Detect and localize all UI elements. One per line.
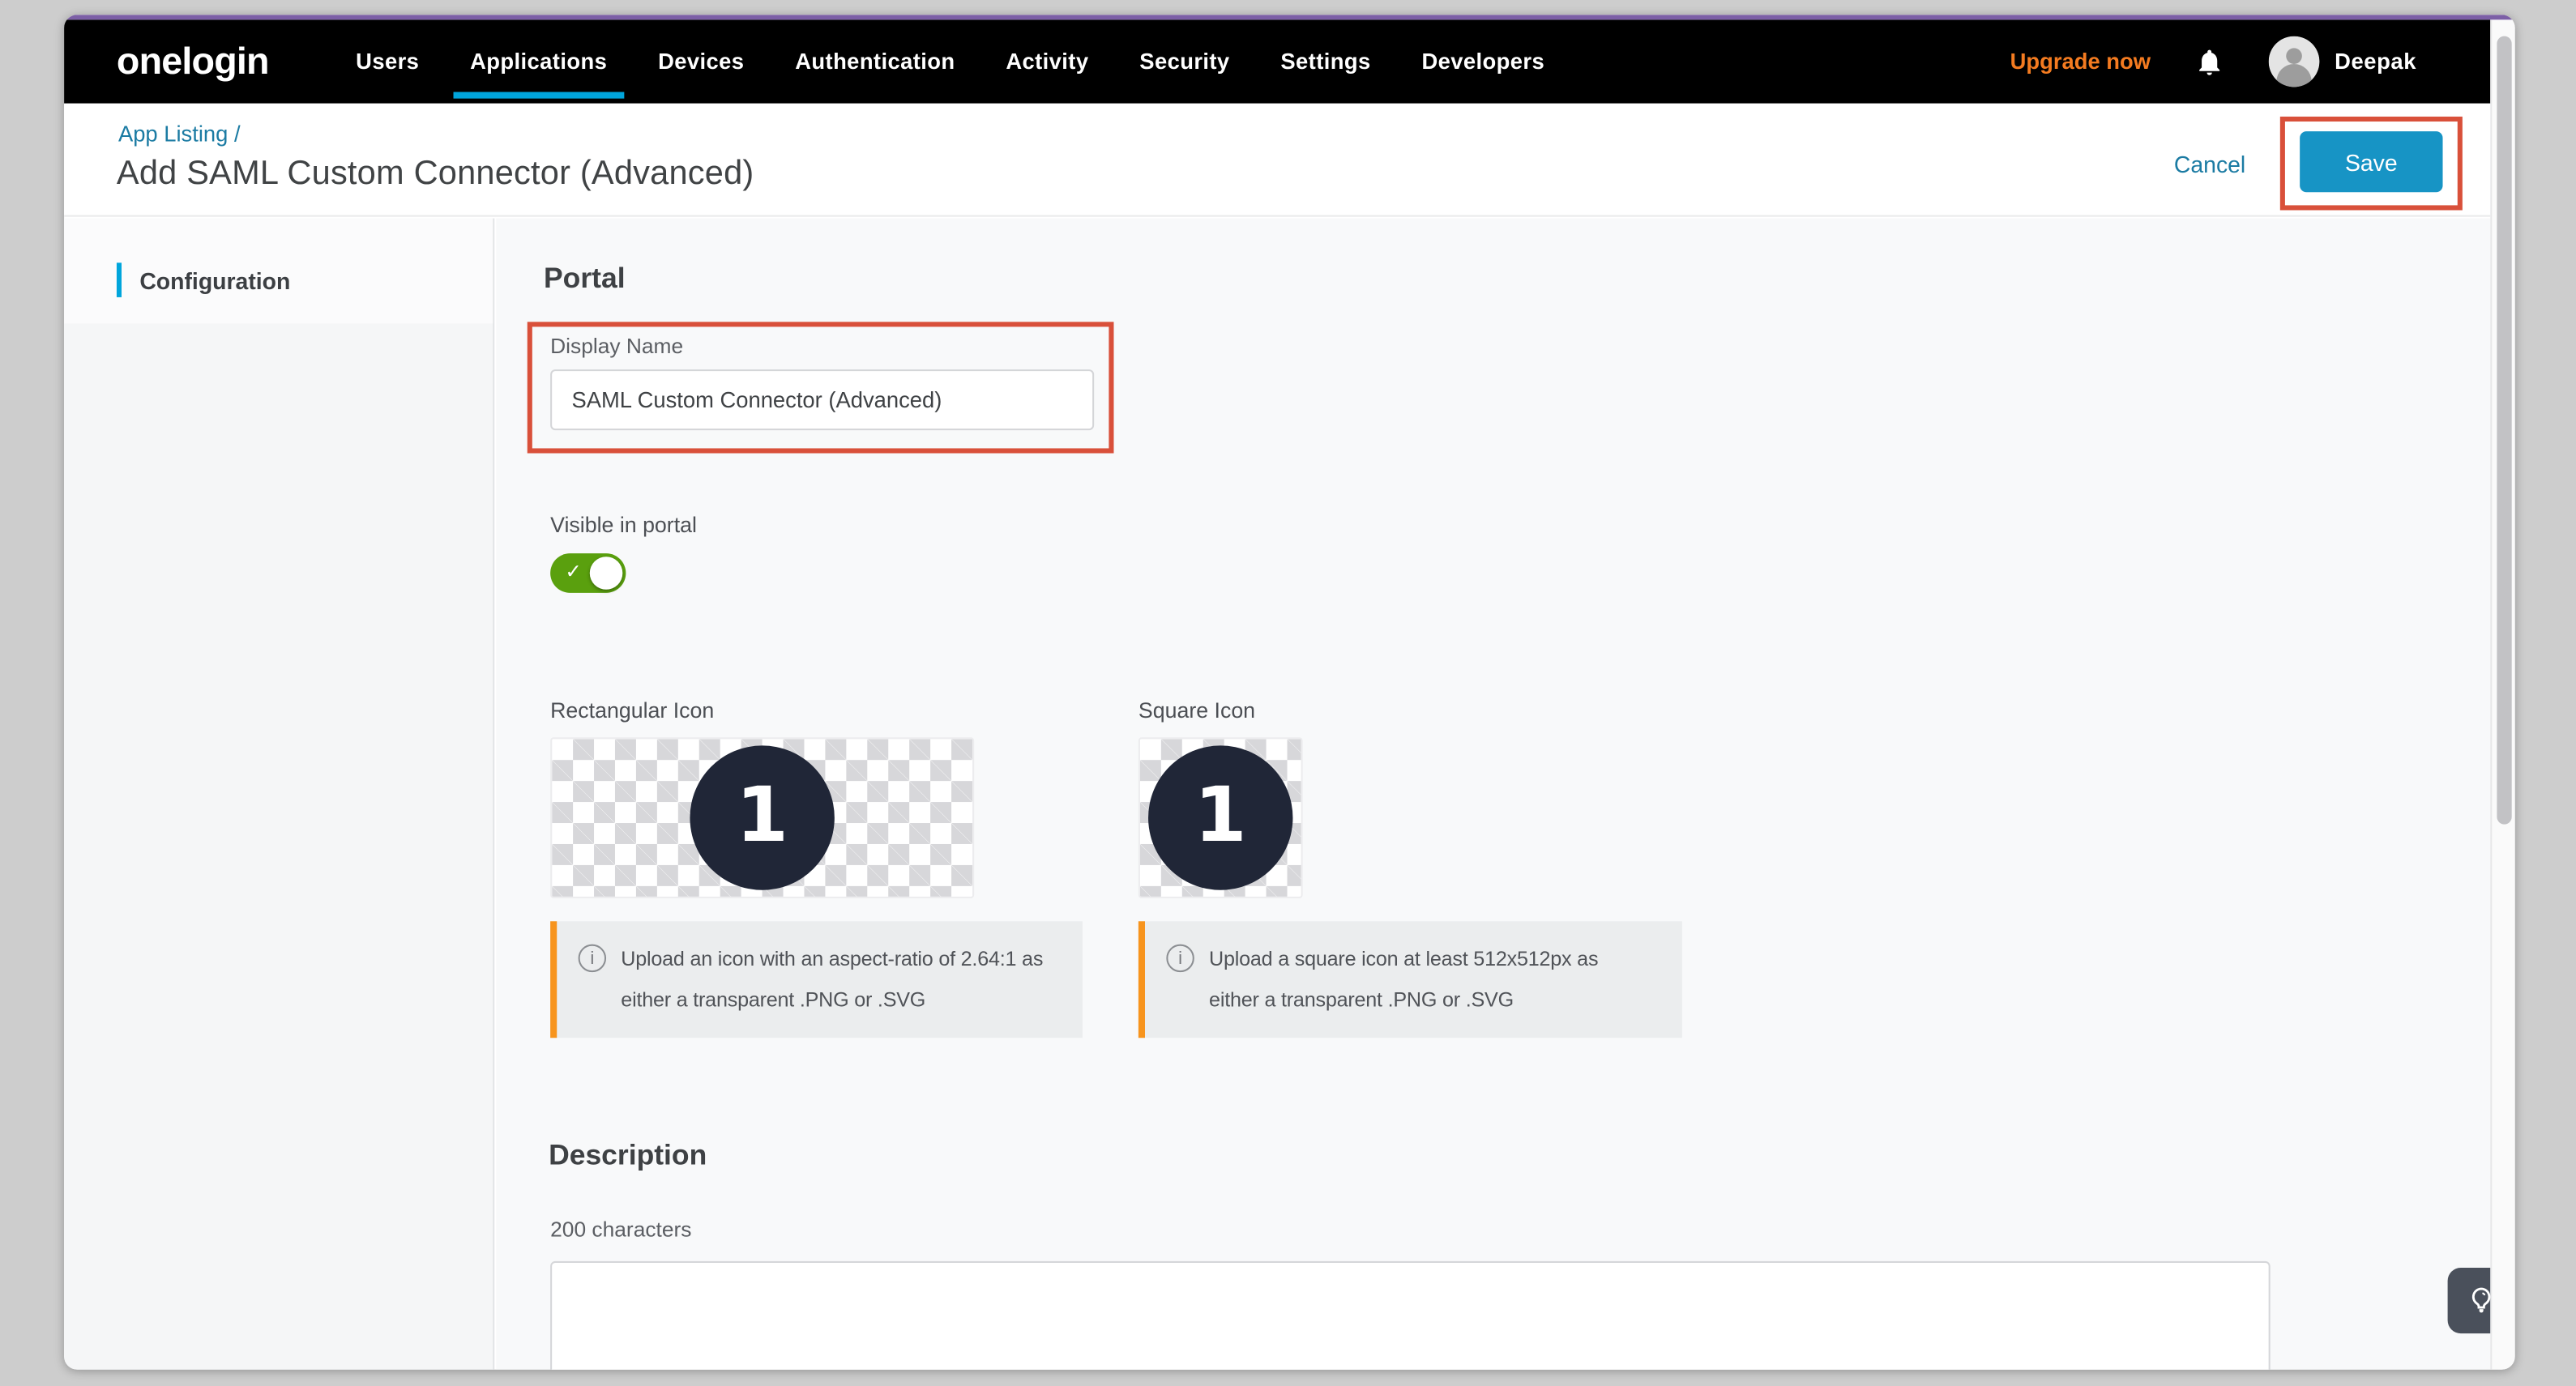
scrollbar-thumb[interactable] <box>2497 36 2511 825</box>
help-line: Upload an icon with an aspect-ratio of 2… <box>621 940 1043 980</box>
square-icon-upload[interactable]: 1 <box>1138 737 1303 898</box>
portal-section-title: Portal <box>544 261 626 296</box>
char-limit-label: 200 characters <box>550 1217 691 1241</box>
nav-item-activity[interactable]: Activity <box>1004 49 1090 74</box>
page-title: Add SAML Custom Connector (Advanced) <box>117 155 754 194</box>
browser-window: onelogin Users Applications Devices Auth… <box>64 15 2515 1369</box>
desktop: onelogin Users Applications Devices Auth… <box>0 0 2576 1386</box>
nav-item-devices[interactable]: Devices <box>656 49 745 74</box>
sidebar: Configuration <box>64 219 494 1370</box>
cancel-button[interactable]: Cancel <box>2174 150 2245 176</box>
window-accent-strip <box>64 15 2515 19</box>
display-name-label: Display Name <box>550 334 683 358</box>
nav-item-users[interactable]: Users <box>354 49 421 74</box>
help-line: either a transparent .PNG or .SVG <box>1209 979 1598 1020</box>
rectangular-icon-help: i Upload an icon with an aspect-ratio of… <box>550 921 1083 1038</box>
display-name-input[interactable] <box>550 369 1094 430</box>
rectangular-icon-upload[interactable]: 1 <box>550 737 974 898</box>
avatar[interactable] <box>2269 36 2320 87</box>
onelogin-logo: onelogin <box>117 40 269 84</box>
help-line: either a transparent .PNG or .SVG <box>621 979 1043 1020</box>
info-icon: i <box>579 945 606 972</box>
active-item-accent-bar <box>117 262 122 297</box>
square-icon-help: i Upload a square icon at least 512x512p… <box>1138 921 1682 1038</box>
sidebar-item-label: Configuration <box>139 267 290 292</box>
onelogin-mark-icon: 1 <box>1148 745 1292 889</box>
nav-item-developers[interactable]: Developers <box>1420 49 1546 74</box>
visible-in-portal-label: Visible in portal <box>550 513 697 537</box>
primary-nav: Users Applications Devices Authenticatio… <box>354 49 1546 74</box>
user-menu[interactable]: Deepak <box>2269 36 2416 87</box>
annotation-box-save: Save <box>2280 117 2463 211</box>
nav-item-applications[interactable]: Applications <box>468 49 609 74</box>
square-icon-label: Square Icon <box>1138 698 1255 723</box>
nav-item-settings[interactable]: Settings <box>1279 49 1372 74</box>
content-area: Configuration Portal Display Name Visibl… <box>64 219 2490 1370</box>
visible-in-portal-toggle[interactable]: ✓ <box>550 553 626 593</box>
notifications-bell-icon[interactable] <box>2195 45 2224 79</box>
upgrade-now-link[interactable]: Upgrade now <box>2010 49 2151 74</box>
sidebar-nav-list: Configuration <box>64 219 493 324</box>
top-nav: onelogin Users Applications Devices Auth… <box>64 19 2490 103</box>
nav-item-authentication[interactable]: Authentication <box>793 49 956 74</box>
onelogin-mark-icon: 1 <box>690 745 834 889</box>
page-header: App Listing / Add SAML Custom Connector … <box>64 104 2490 217</box>
topbar-right: Upgrade now Deepak <box>2010 36 2491 87</box>
description-textarea[interactable] <box>550 1261 2271 1370</box>
sidebar-item-configuration[interactable]: Configuration <box>64 219 493 297</box>
header-actions: Cancel Save <box>2174 117 2463 211</box>
help-line: Upload a square icon at least 512x512px … <box>1209 940 1598 980</box>
main-panel: Portal Display Name Visible in portal ✓ … <box>496 219 2490 1370</box>
page-scrollbar[interactable] <box>2490 19 2514 1369</box>
description-section-title: Description <box>549 1138 707 1173</box>
info-icon: i <box>1166 945 1194 972</box>
rectangular-icon-label: Rectangular Icon <box>550 698 714 723</box>
breadcrumb[interactable]: App Listing / <box>118 122 241 146</box>
nav-item-security[interactable]: Security <box>1138 49 1231 74</box>
user-name: Deepak <box>2335 49 2416 74</box>
check-icon: ✓ <box>565 560 581 582</box>
toggle-knob <box>590 557 623 590</box>
save-button[interactable]: Save <box>2300 131 2442 192</box>
